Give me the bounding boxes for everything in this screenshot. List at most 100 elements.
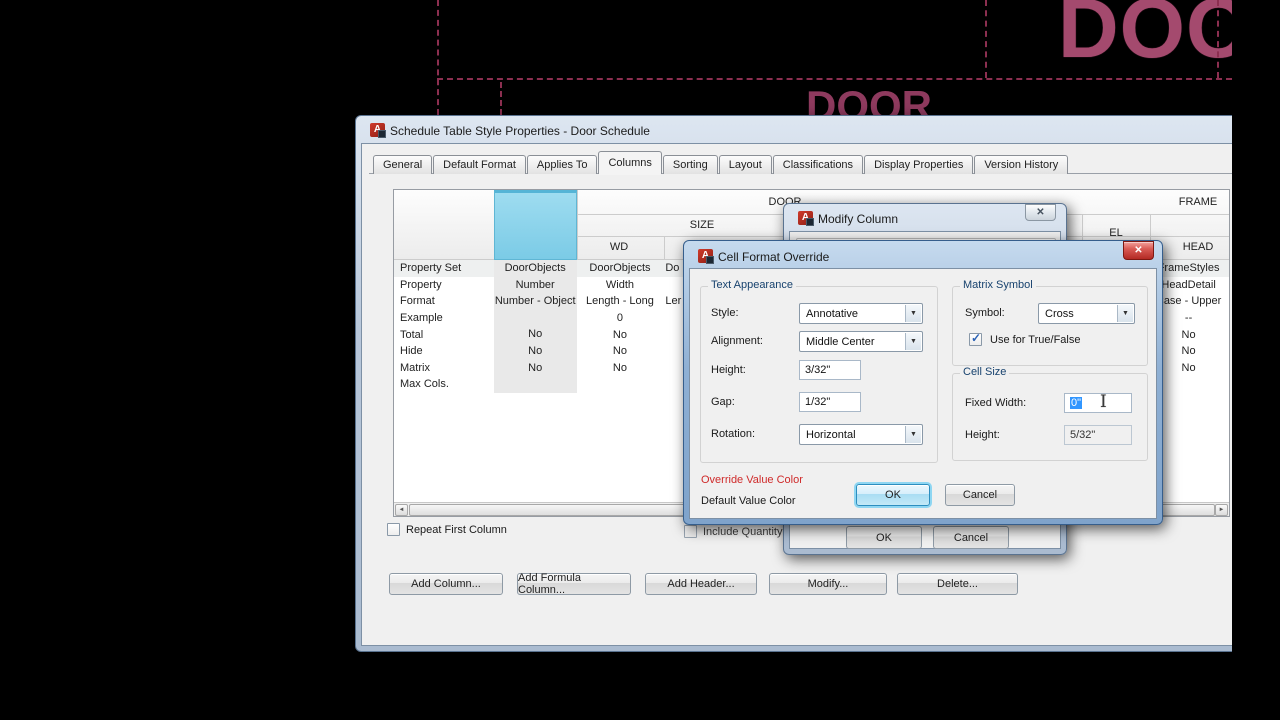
symbol-dropdown[interactable]: Cross ▼ bbox=[1038, 303, 1135, 324]
drawing-dashed-line-vertical-2 bbox=[500, 82, 502, 115]
gap-value: 1/32" bbox=[805, 396, 831, 408]
cell-selected-column: DoorObjects bbox=[493, 260, 577, 277]
cell-selected-column: No bbox=[493, 359, 577, 377]
row-label: Total bbox=[400, 328, 424, 341]
header-el: EL bbox=[1109, 227, 1123, 239]
chevron-down-icon[interactable]: ▼ bbox=[905, 305, 921, 322]
drawing-dashed-line-horizontal bbox=[437, 78, 1232, 80]
close-icon[interactable]: ✕ bbox=[1123, 241, 1154, 260]
repeat-first-column-label: Repeat First Column bbox=[406, 524, 507, 536]
letterbox-band bbox=[1232, 0, 1280, 720]
scroll-right-icon[interactable]: ► bbox=[1215, 504, 1228, 516]
use-for-truefalse-checkbox[interactable]: ✓ bbox=[969, 331, 982, 346]
fixed-width-input[interactable]: 0" bbox=[1064, 393, 1132, 413]
symbol-value: Cross bbox=[1045, 307, 1074, 320]
header-divider bbox=[664, 236, 665, 260]
style-value: Annotative bbox=[806, 307, 858, 320]
header-size: SIZE bbox=[689, 219, 715, 231]
row-label: Max Cols. bbox=[400, 378, 449, 391]
gap-label: Gap: bbox=[711, 396, 735, 408]
header-wd: WD bbox=[609, 241, 629, 253]
screen: DOOR DOOR A Schedule Table Style Propert… bbox=[0, 0, 1280, 720]
style-dropdown[interactable]: Annotative ▼ bbox=[799, 303, 923, 324]
tab-general[interactable]: General bbox=[373, 155, 433, 174]
override-dialog-title: Cell Format Override bbox=[718, 250, 830, 264]
modify-dialog-title: Modify Column bbox=[818, 212, 899, 226]
ibeam-cursor: I bbox=[1100, 392, 1107, 412]
symbol-label: Symbol: bbox=[965, 307, 1005, 319]
override-value-color-label[interactable]: Override Value Color bbox=[701, 474, 803, 486]
drawing-dashed-line-vertical-1 bbox=[437, 0, 439, 115]
height-value: 3/32" bbox=[805, 364, 831, 376]
tab-classifications[interactable]: Classifications bbox=[772, 155, 864, 174]
autocad-app-icon: A bbox=[370, 123, 386, 138]
cell-wd-column: Width bbox=[605, 278, 635, 291]
scroll-left-icon[interactable]: ◄ bbox=[395, 504, 408, 516]
tab-sorting[interactable]: Sorting bbox=[662, 155, 718, 174]
close-icon[interactable]: ✕ bbox=[1025, 204, 1056, 221]
include-quantity-label: Include Quantity bbox=[703, 526, 783, 538]
rotation-value: Horizontal bbox=[806, 428, 856, 441]
row-label: Format bbox=[400, 295, 435, 308]
cell-selected-column: No bbox=[493, 326, 577, 343]
cell-format-override-dialog: A Cell Format Override ✕ Text Appearance… bbox=[683, 240, 1163, 525]
tab-applies-to[interactable]: Applies To bbox=[526, 155, 598, 174]
height-label: Height: bbox=[711, 364, 746, 376]
cell-selected-column: Number - Object bbox=[493, 293, 577, 310]
text-appearance-legend: Text Appearance bbox=[708, 279, 796, 291]
override-ok-button[interactable]: OK bbox=[856, 484, 930, 506]
cell-height-value: 5/32" bbox=[1070, 429, 1096, 441]
repeat-first-column-checkbox[interactable] bbox=[387, 523, 400, 536]
height-input[interactable]: 3/32" bbox=[799, 360, 861, 380]
cell-wd-column: No bbox=[612, 361, 627, 374]
fixed-width-value: 0" bbox=[1070, 397, 1083, 409]
fixed-width-label: Fixed Width: bbox=[965, 397, 1027, 409]
selected-column-header[interactable] bbox=[494, 190, 577, 260]
modify-button[interactable]: Modify... bbox=[769, 573, 887, 595]
cell-wd-column: Length - Long bbox=[586, 295, 654, 308]
tab-default-format[interactable]: Default Format bbox=[433, 155, 526, 174]
row-label: Example bbox=[400, 312, 443, 325]
chevron-down-icon[interactable]: ▼ bbox=[1117, 305, 1133, 322]
cell-height-input[interactable]: 5/32" bbox=[1064, 425, 1132, 445]
row-label: Hide bbox=[400, 345, 423, 358]
autocad-app-icon: A bbox=[698, 249, 714, 264]
style-label: Style: bbox=[711, 307, 739, 319]
header-head: HEAD bbox=[1182, 241, 1214, 253]
add-header-button[interactable]: Add Header... bbox=[645, 573, 757, 595]
row-label: Property Set bbox=[400, 262, 462, 275]
use-for-truefalse-label: Use for True/False bbox=[990, 334, 1081, 346]
cell-wd-column: No bbox=[612, 328, 627, 341]
rotation-dropdown[interactable]: Horizontal ▼ bbox=[799, 424, 923, 445]
add-column-button[interactable]: Add Column... bbox=[389, 573, 503, 595]
tab-display-properties[interactable]: Display Properties bbox=[864, 155, 974, 174]
override-cancel-button[interactable]: Cancel bbox=[945, 484, 1015, 506]
tab-version-history[interactable]: Version History bbox=[974, 155, 1069, 174]
cell-height-label: Height: bbox=[965, 429, 1000, 441]
cell-selected-column: Number bbox=[493, 276, 577, 294]
cell-selected-column bbox=[493, 376, 577, 393]
gap-input[interactable]: 1/32" bbox=[799, 392, 861, 412]
check-icon: ✓ bbox=[971, 331, 982, 345]
alignment-label: Alignment: bbox=[711, 335, 763, 347]
alignment-dropdown[interactable]: Middle Center ▼ bbox=[799, 331, 923, 352]
include-quantity-checkbox[interactable] bbox=[684, 525, 697, 538]
default-value-color-label[interactable]: Default Value Color bbox=[701, 495, 796, 507]
delete-button[interactable]: Delete... bbox=[897, 573, 1018, 595]
rotation-label: Rotation: bbox=[711, 428, 756, 440]
tab-columns[interactable]: Columns bbox=[598, 151, 662, 174]
main-dialog-title: Schedule Table Style Properties - Door S… bbox=[390, 124, 650, 138]
tab-strip: General Default Format Applies To Columns So… bbox=[373, 151, 1069, 174]
chevron-down-icon[interactable]: ▼ bbox=[905, 333, 921, 350]
header-divider bbox=[577, 190, 578, 260]
chevron-down-icon[interactable]: ▼ bbox=[905, 426, 921, 443]
cell-size-legend: Cell Size bbox=[960, 366, 1010, 378]
matrix-symbol-legend: Matrix Symbol bbox=[960, 279, 1036, 291]
add-formula-column-button[interactable]: Add Formula Column... bbox=[517, 572, 631, 596]
matrix-symbol-group bbox=[952, 286, 1148, 366]
modify-ok-button[interactable]: OK bbox=[846, 526, 922, 549]
modify-cancel-button[interactable]: Cancel bbox=[933, 526, 1009, 549]
tab-layout[interactable]: Layout bbox=[718, 155, 772, 174]
alignment-value: Middle Center bbox=[806, 335, 875, 348]
drawing-dashed-line-vertical-3 bbox=[985, 0, 987, 78]
